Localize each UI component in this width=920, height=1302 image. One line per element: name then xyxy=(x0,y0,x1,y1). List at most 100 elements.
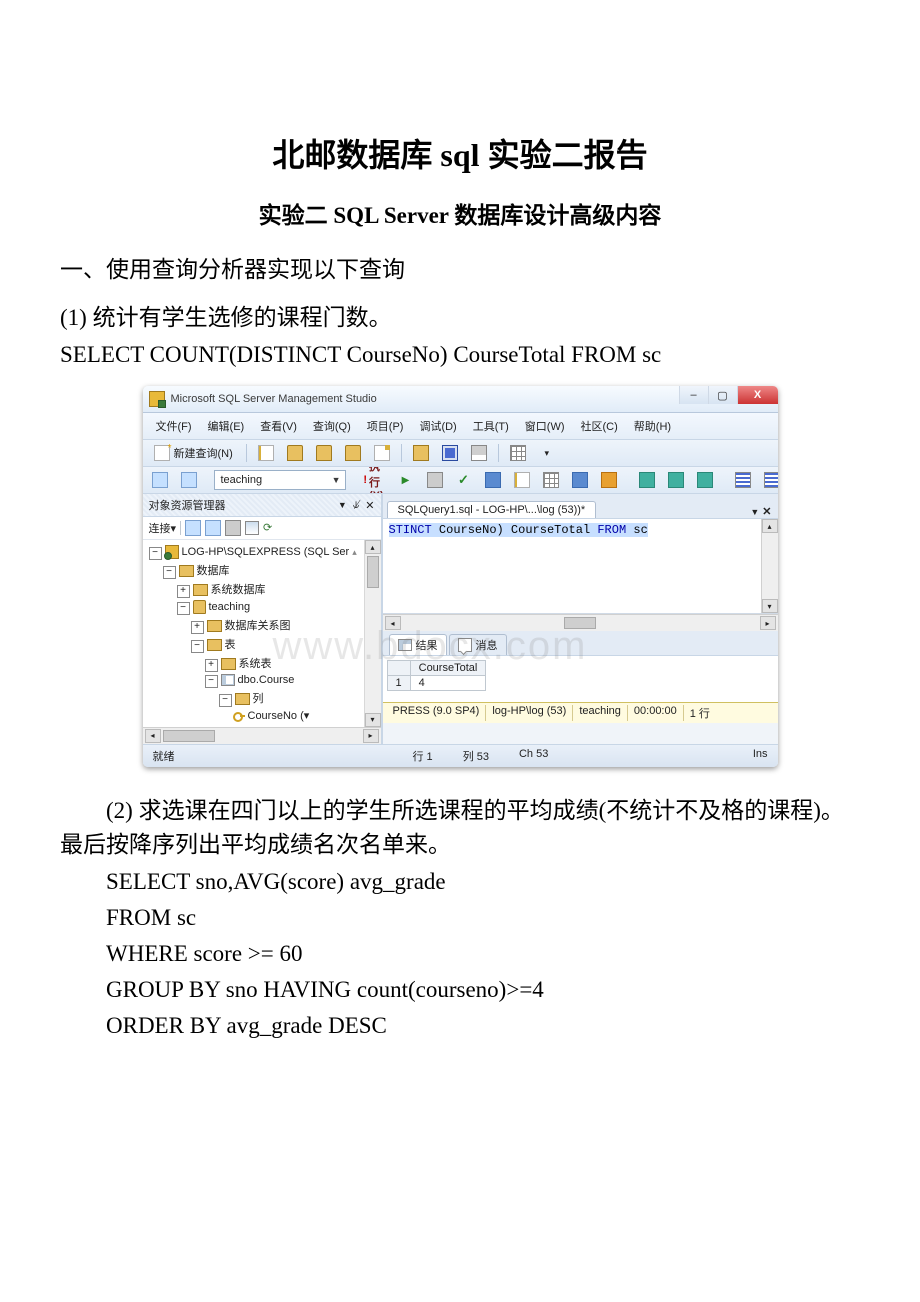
new-query-button[interactable]: 新建查询(N) xyxy=(147,443,240,463)
execute-button[interactable]: 执行(X) xyxy=(358,470,390,490)
code-editor[interactable]: STINCT CourseNo) CourseTotal FROM sc xyxy=(383,519,778,613)
tb-db1-button[interactable] xyxy=(282,443,308,463)
tree-courseno[interactable]: CourseNo (▾ xyxy=(248,710,310,722)
menu-community[interactable]: 社区(C) xyxy=(574,416,625,436)
tree-columns[interactable]: 列 xyxy=(253,693,264,705)
menu-debug[interactable]: 调试(D) xyxy=(412,416,463,436)
minimize-button[interactable]: – xyxy=(679,386,708,404)
question-1-text: (1) 统计有学生选修的课程门数。 xyxy=(60,298,860,332)
tb-doc-button[interactable] xyxy=(253,443,279,463)
menu-edit[interactable]: 编辑(E) xyxy=(201,416,252,436)
tb-doc2-button[interactable] xyxy=(369,443,395,463)
tree-tables[interactable]: 表 xyxy=(225,639,236,651)
panel-dropdown-icon[interactable]: ▼ xyxy=(338,500,347,510)
tab-results[interactable]: 结果 xyxy=(389,634,447,655)
tabrow-dropdown-icon[interactable]: ▼ xyxy=(750,507,759,517)
editor-hscroll-right[interactable]: ▸ xyxy=(760,616,776,630)
tb-open-button[interactable] xyxy=(408,443,434,463)
connect-dropdown[interactable]: 连接▾ xyxy=(149,520,177,536)
refresh-icon[interactable]: ⟳ xyxy=(263,521,277,535)
stop-button[interactable] xyxy=(422,470,448,490)
tree-hscroll-thumb[interactable] xyxy=(163,730,215,742)
menu-view[interactable]: 查看(V) xyxy=(253,416,304,436)
tb-btn-indent1[interactable] xyxy=(730,470,756,490)
window-titlebar[interactable]: Microsoft SQL Server Management Studio –… xyxy=(143,386,778,413)
tree-scroll-thumb[interactable] xyxy=(367,556,379,588)
tb-db2-button[interactable] xyxy=(311,443,337,463)
database-combo[interactable]: teaching ▼ xyxy=(214,470,346,490)
toolbar-sql: teaching ▼ 执行(X) ▶ ✓ xyxy=(143,467,778,494)
panel-close-icon[interactable]: ✕ xyxy=(365,499,374,512)
tree-db-diagram[interactable]: 数据库关系图 xyxy=(225,620,291,632)
tb-save-button[interactable] xyxy=(437,443,463,463)
tb-btn-e[interactable] xyxy=(596,470,622,490)
maximize-button[interactable]: ▢ xyxy=(708,386,737,404)
conn-icon-3[interactable] xyxy=(225,520,241,536)
teal-icon xyxy=(639,472,655,488)
menu-window[interactable]: 窗口(W) xyxy=(518,416,572,436)
results-row-header[interactable]: 1 xyxy=(387,676,410,691)
tb-btn-b[interactable] xyxy=(509,470,535,490)
tree-teaching[interactable]: teaching xyxy=(209,601,251,613)
teal3-icon xyxy=(697,472,713,488)
close-button[interactable]: X xyxy=(737,386,778,404)
menu-project[interactable]: 项目(P) xyxy=(360,416,411,436)
panel-pin-icon[interactable]: ⫝̸ xyxy=(353,499,360,512)
editor-hscroll-left[interactable]: ◂ xyxy=(385,616,401,630)
tree-hscroll-left[interactable]: ◂ xyxy=(145,729,161,743)
tb-btn-d[interactable] xyxy=(567,470,593,490)
menu-file[interactable]: 文件(F) xyxy=(149,416,199,436)
tb-btn-h[interactable] xyxy=(692,470,718,490)
tb-grid-button[interactable] xyxy=(505,443,531,463)
tree-sys-db[interactable]: 系统数据库 xyxy=(211,584,266,596)
query-status-bar: PRESS (9.0 SP4) log-HP\log (53) teaching… xyxy=(383,702,778,723)
db-icon xyxy=(316,445,332,461)
status-server-info: PRESS (9.0 SP4) xyxy=(387,705,487,721)
tree-scroll-down[interactable]: ▾ xyxy=(365,713,381,727)
editor-hscroll-thumb[interactable] xyxy=(564,617,596,629)
tree-server[interactable]: LOG-HP\SQLEXPRESS (SQL Ser xyxy=(182,546,350,558)
tree-sys-tables[interactable]: 系统表 xyxy=(239,658,272,670)
menu-query[interactable]: 查询(Q) xyxy=(306,416,358,436)
stop-icon xyxy=(427,472,443,488)
doc-icon xyxy=(258,445,274,461)
tree-hscroll-right[interactable]: ▸ xyxy=(363,729,379,743)
object-explorer-tree[interactable]: −LOG-HP\SQLEXPRESS (SQL Ser ▴ −数据库 +系统数据… xyxy=(143,540,381,727)
results-grid[interactable]: CourseTotal 1 4 xyxy=(383,656,778,702)
tree-horizontal-scrollbar[interactable]: ◂ ▸ xyxy=(143,727,381,744)
tb-btn-g[interactable] xyxy=(663,470,689,490)
tree-databases[interactable]: 数据库 xyxy=(197,565,230,577)
results-col-header[interactable]: CourseTotal xyxy=(410,661,486,676)
conn-icon-2[interactable] xyxy=(205,520,221,536)
tb-db3-button[interactable] xyxy=(340,443,366,463)
parse-button[interactable]: ✓ xyxy=(451,470,477,490)
status-column: 列 53 xyxy=(463,748,489,764)
tree-scroll-up[interactable]: ▴ xyxy=(365,540,381,554)
editor-file-tab[interactable]: SQLQuery1.sql - LOG-HP\...\log (53))* xyxy=(387,501,597,518)
save-icon xyxy=(442,445,458,461)
filter-icon[interactable] xyxy=(245,521,259,535)
tb-change-connect-button[interactable] xyxy=(176,470,202,490)
editor-scroll-down[interactable]: ▾ xyxy=(762,599,778,613)
tree-dbo-course[interactable]: dbo.Course xyxy=(238,674,295,686)
tb-btn-c[interactable] xyxy=(538,470,564,490)
tb-btn-f[interactable] xyxy=(634,470,660,490)
conn-icon-1[interactable] xyxy=(185,520,201,536)
tb-btn-indent2[interactable] xyxy=(759,470,778,490)
menu-tools[interactable]: 工具(T) xyxy=(466,416,516,436)
tab-messages[interactable]: 消息 xyxy=(449,634,507,655)
editor-horizontal-scrollbar[interactable]: ◂ ▸ xyxy=(383,614,778,631)
results-tabrow: 结果 消息 xyxy=(383,631,778,656)
tb-connect-button[interactable] xyxy=(147,470,173,490)
editor-scroll-up[interactable]: ▴ xyxy=(762,519,778,533)
tabrow-close-icon[interactable]: ✕ xyxy=(762,505,771,518)
debug-play-button[interactable]: ▶ xyxy=(393,470,419,490)
editor-file-tab-label: SQLQuery1.sql - LOG-HP\...\log (53))* xyxy=(398,504,586,516)
editor-vertical-scrollbar[interactable]: ▴ ▾ xyxy=(761,519,778,613)
menu-help[interactable]: 帮助(H) xyxy=(627,416,678,436)
tb-print-button[interactable] xyxy=(466,443,492,463)
status-rows: 1 行 xyxy=(684,705,716,721)
tb-btn-a[interactable] xyxy=(480,470,506,490)
tb-overflow[interactable]: ▾ xyxy=(534,443,560,463)
results-cell-value[interactable]: 4 xyxy=(410,676,486,691)
